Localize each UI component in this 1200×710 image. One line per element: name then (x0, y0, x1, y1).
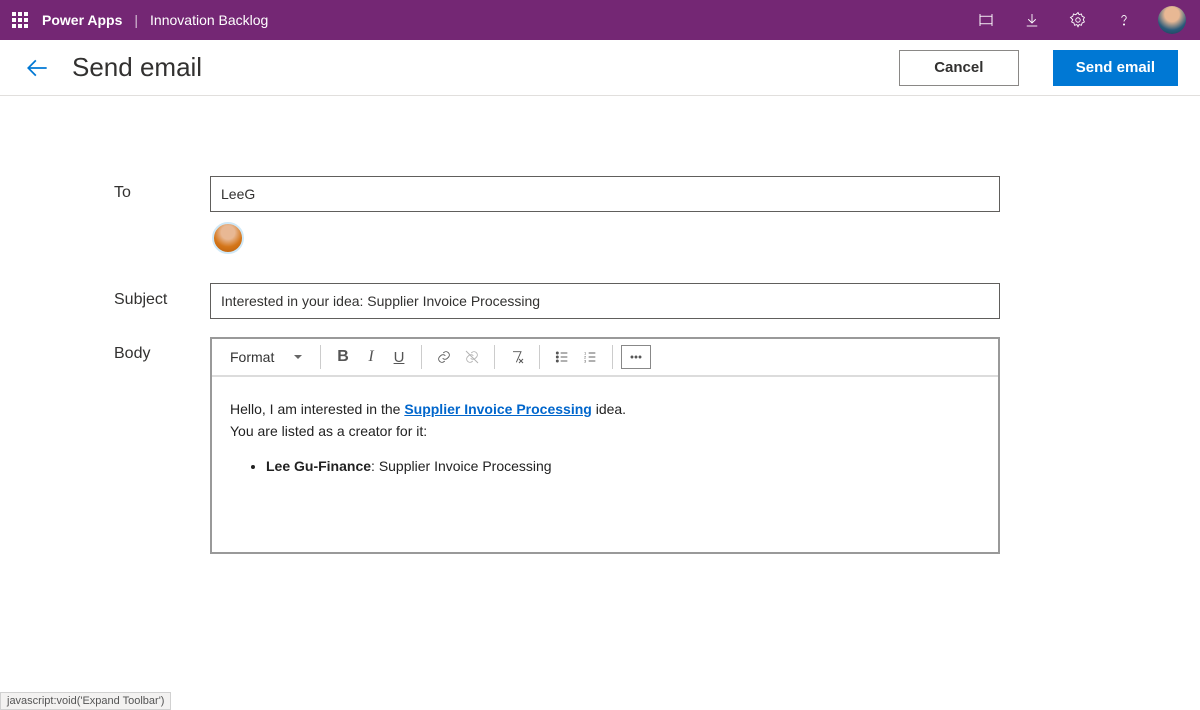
to-label: To (114, 176, 210, 202)
send-email-button[interactable]: Send email (1053, 50, 1178, 86)
format-dropdown[interactable]: Format (224, 342, 312, 372)
toolbar-separator (539, 345, 540, 369)
unlink-button[interactable] (458, 342, 486, 372)
creator-idea: Supplier Invoice Processing (379, 458, 552, 474)
underline-button[interactable]: U (385, 342, 413, 372)
toolbar-separator (494, 345, 495, 369)
clear-formatting-button[interactable] (503, 342, 531, 372)
to-input[interactable] (210, 176, 1000, 212)
toolbar-separator (612, 345, 613, 369)
product-name: Power Apps (42, 12, 122, 28)
numbered-list-button[interactable]: 123 (576, 342, 604, 372)
toolbar-separator (421, 345, 422, 369)
subject-label: Subject (114, 283, 210, 309)
subject-input[interactable] (210, 283, 1000, 319)
body-row: Body Format B I U (114, 337, 1000, 554)
creator-sep: : (371, 458, 379, 474)
fit-screen-icon[interactable] (968, 0, 1004, 40)
status-bar-tooltip: javascript:void('Expand Toolbar') (0, 692, 171, 710)
body-line-1: Hello, I am interested in the Supplier I… (230, 399, 980, 421)
editor-content[interactable]: Hello, I am interested in the Supplier I… (212, 377, 998, 552)
creator-name: Lee Gu-Finance (266, 458, 371, 474)
editor-toolbar: Format B I U (212, 339, 998, 377)
back-arrow-icon[interactable] (22, 52, 54, 84)
format-label: Format (230, 349, 274, 365)
app-titlebar: Power Apps | Innovation Backlog (0, 0, 1200, 40)
body-text: idea. (592, 401, 626, 417)
more-options-button[interactable] (621, 345, 651, 369)
title-separator: | (134, 12, 138, 28)
waffle-grid-icon (12, 12, 28, 28)
help-icon[interactable] (1106, 0, 1142, 40)
rich-text-editor: Format B I U (210, 337, 1000, 554)
to-row: To (114, 176, 1000, 257)
app-name: Innovation Backlog (150, 12, 268, 28)
cancel-button[interactable]: Cancel (899, 50, 1019, 86)
body-label: Body (114, 337, 210, 363)
settings-gear-icon[interactable] (1060, 0, 1096, 40)
subject-row: Subject (114, 283, 1000, 319)
page-header: Send email Cancel Send email (0, 40, 1200, 96)
bullet-list-button[interactable] (548, 342, 576, 372)
page-title: Send email (72, 52, 202, 83)
user-avatar[interactable] (1158, 6, 1186, 34)
creator-list: Lee Gu-Finance: Supplier Invoice Process… (230, 456, 980, 478)
svg-text:3: 3 (584, 358, 587, 363)
body-text: Hello, I am interested in the (230, 401, 404, 417)
link-button[interactable] (430, 342, 458, 372)
creator-list-item: Lee Gu-Finance: Supplier Invoice Process… (266, 456, 980, 478)
download-icon[interactable] (1014, 0, 1050, 40)
italic-button[interactable]: I (357, 342, 385, 372)
bold-button[interactable]: B (329, 342, 357, 372)
waffle-menu-icon[interactable] (8, 8, 32, 32)
idea-link[interactable]: Supplier Invoice Processing (404, 401, 592, 417)
chevron-down-icon (294, 355, 302, 363)
recipient-avatar-chip[interactable] (212, 222, 244, 254)
toolbar-separator (320, 345, 321, 369)
email-form: To Subject Body Format B (0, 96, 1200, 554)
body-line-2: You are listed as a creator for it: (230, 421, 980, 443)
